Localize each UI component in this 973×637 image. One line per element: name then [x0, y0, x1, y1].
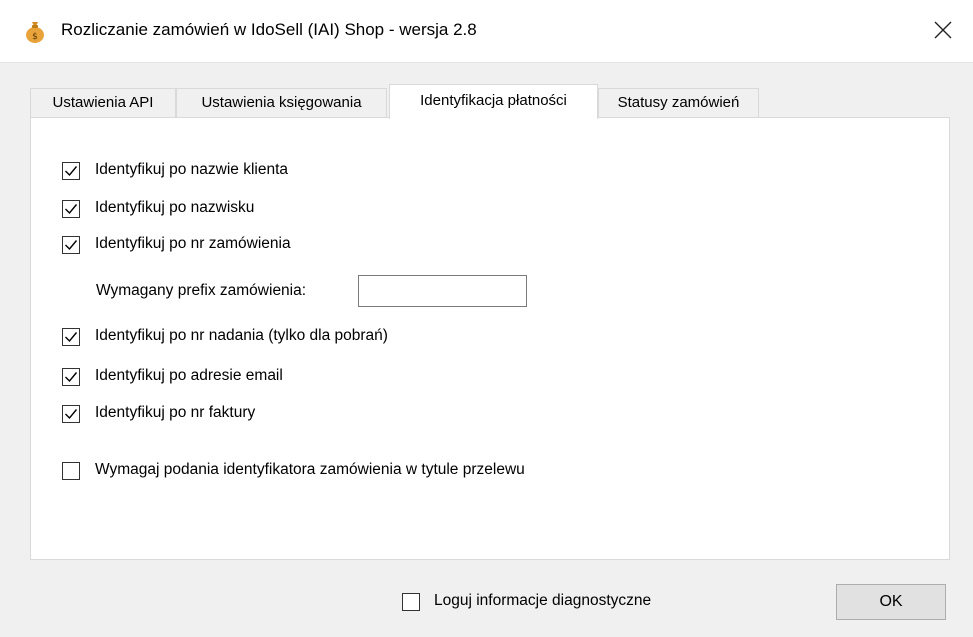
money-bag-icon: $: [24, 20, 46, 44]
checkbox-box[interactable]: [62, 462, 80, 480]
order-prefix-input[interactable]: [358, 275, 527, 307]
order-prefix-label: Wymagany prefix zamówienia:: [96, 282, 307, 299]
tab-accounting-settings[interactable]: Ustawienia księgowania: [176, 88, 387, 118]
checkbox-label: Wymagaj podania identyfikatora zamówieni…: [95, 461, 525, 478]
checkmark-icon: [65, 332, 78, 343]
checkbox-box[interactable]: [62, 405, 80, 423]
checkmark-icon: [65, 240, 78, 251]
checkbox-label: Identyfikuj po adresie email: [95, 367, 283, 384]
title-bar: $ Rozliczanie zamówień w IdoSell (IAI) S…: [0, 0, 973, 63]
tab-strip: Ustawienia API Ustawienia księgowania Id…: [30, 84, 950, 119]
svg-text:$: $: [32, 32, 38, 42]
checkbox-label: Identyfikuj po nr zamówienia: [95, 235, 291, 252]
checkbox-box[interactable]: [402, 593, 420, 611]
window-title: Rozliczanie zamówień w IdoSell (IAI) Sho…: [61, 20, 477, 39]
checkmark-icon: [65, 409, 78, 420]
close-icon: [934, 21, 952, 39]
checkbox-box[interactable]: [62, 162, 80, 180]
checkmark-icon: [65, 204, 78, 215]
checkbox-label: Loguj informacje diagnostyczne: [434, 592, 652, 609]
checkbox-label: Identyfikuj po nazwie klienta: [95, 161, 289, 178]
checkbox-box[interactable]: [62, 200, 80, 218]
close-button[interactable]: [915, 0, 973, 62]
tab-api-settings[interactable]: Ustawienia API: [30, 88, 176, 118]
ok-button[interactable]: OK: [836, 584, 946, 620]
checkmark-icon: [65, 372, 78, 383]
checkbox-box[interactable]: [62, 236, 80, 254]
tab-order-statuses[interactable]: Statusy zamówień: [598, 88, 759, 118]
checkbox-label: Identyfikuj po nr nadania (tylko dla pob…: [95, 327, 388, 344]
checkbox-box[interactable]: [62, 328, 80, 346]
tab-payment-identification[interactable]: Identyfikacja płatności: [389, 84, 598, 119]
checkbox-label: Identyfikuj po nazwisku: [95, 199, 255, 216]
checkbox-label: Identyfikuj po nr faktury: [95, 404, 256, 421]
checkbox-box[interactable]: [62, 368, 80, 386]
checkmark-icon: [65, 166, 78, 177]
